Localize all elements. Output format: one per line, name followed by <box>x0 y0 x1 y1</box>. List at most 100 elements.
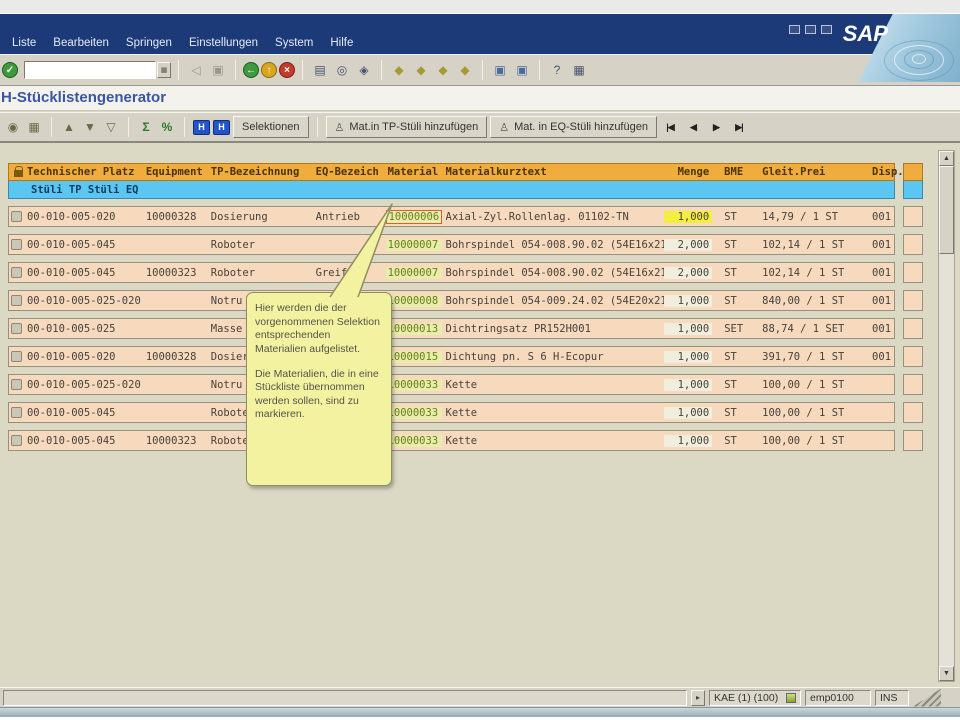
exit-icon[interactable]: ↑ <box>261 62 277 78</box>
row-select-icon[interactable] <box>11 211 22 222</box>
row-select-icon[interactable] <box>11 295 22 306</box>
row-select-icon[interactable] <box>11 407 22 418</box>
title-bar: H-Stücklistengenerator <box>0 86 960 111</box>
find-icon[interactable]: ◎ <box>332 60 352 80</box>
last-record-icon[interactable]: ▶| <box>729 117 749 137</box>
menu-item[interactable]: Springen <box>126 37 172 49</box>
minimize-icon[interactable] <box>789 25 800 34</box>
next-record-icon[interactable]: ▶ <box>706 117 726 137</box>
table-row[interactable]: 00-010-005-025 Masse 10000013 Dichtrings… <box>8 318 895 339</box>
back-icon[interactable]: ← <box>243 62 259 78</box>
new-session-icon[interactable]: ▣ <box>490 60 510 80</box>
table-row[interactable]: 00-010-005-045 10000323 Roboter Greifer … <box>8 262 895 283</box>
table-row[interactable]: 00-010-005-045 Roboter 10000007 Bohrspin… <box>8 234 895 255</box>
status-expand-icon[interactable]: ▸ <box>691 689 705 706</box>
cell-menge[interactable]: 1,000 <box>664 294 713 307</box>
enter-icon[interactable]: ✓ <box>2 62 18 78</box>
print-icon[interactable]: ▤ <box>310 60 330 80</box>
scroll-down-icon[interactable]: ▼ <box>939 666 954 681</box>
row-select-icon[interactable] <box>11 267 22 278</box>
table-row[interactable]: 00-010-005-020 10000328 Dosierung 100000… <box>8 346 895 367</box>
cell-materialkurztext: Bohrspindel 054-008.90.02 (54E16x212) <box>445 266 665 279</box>
close-icon[interactable] <box>821 25 832 34</box>
restore-icon[interactable] <box>805 25 816 34</box>
menu-item[interactable]: Bearbeiten <box>53 37 109 49</box>
cell-menge[interactable]: 1,000 <box>664 378 713 391</box>
cancel-icon[interactable]: × <box>279 62 295 78</box>
vertical-scrollbar[interactable]: ▲ ▼ <box>938 150 955 682</box>
customize-icon[interactable]: ▦ <box>569 60 589 80</box>
filter-icon[interactable]: ▽ <box>102 118 120 136</box>
last-page-icon[interactable]: ◆ <box>455 60 475 80</box>
menu-item[interactable]: System <box>275 37 313 49</box>
cell-disp: 001 <box>872 322 892 335</box>
cell-disp: 001 <box>872 238 892 251</box>
save-icon[interactable]: ▣ <box>208 60 228 80</box>
help-icon[interactable]: ? <box>547 60 567 80</box>
cell-menge[interactable]: 1,000 <box>664 406 713 419</box>
scroll-up-icon[interactable]: ▲ <box>939 151 954 166</box>
row-select-icon[interactable] <box>11 435 22 446</box>
cell-technischer-platz: 00-010-005-025-020 <box>26 378 141 391</box>
table-subheader-row: Stüli TP Stüli EQ <box>8 181 895 199</box>
cell-menge[interactable]: 1,000 <box>664 210 713 223</box>
row-select-icon[interactable] <box>11 323 22 334</box>
command-history-icon[interactable]: ▦ <box>157 62 171 78</box>
find-next-icon[interactable]: ◈ <box>354 60 374 80</box>
sort-descending-icon[interactable]: ▼ <box>81 118 99 136</box>
cell-material: 10000033 <box>385 434 442 447</box>
cell-menge[interactable]: 1,000 <box>664 350 713 363</box>
cell-technischer-platz: 00-010-005-020 <box>26 350 116 363</box>
first-page-icon[interactable]: ◆ <box>389 60 409 80</box>
subtotal-icon[interactable]: % <box>158 118 176 136</box>
material-list-table: Technischer Platz Equipment TP-Bezeichnu… <box>8 163 904 451</box>
cell-menge[interactable]: 2,000 <box>664 266 713 279</box>
row-select-icon[interactable] <box>11 351 22 362</box>
continue-icon[interactable]: ◁ <box>186 60 206 80</box>
sum-icon[interactable]: Σ <box>137 118 155 136</box>
menu-item[interactable]: Liste <box>12 37 36 49</box>
prev-record-icon[interactable]: ◀ <box>683 117 703 137</box>
cell-materialkurztext: Kette <box>445 434 478 447</box>
cell-bme: ST <box>724 266 737 279</box>
stueli-eq-icon[interactable]: H <box>213 119 230 135</box>
col-header: Technischer Platz <box>26 166 135 178</box>
overflow-cell <box>903 290 923 311</box>
cell-bme: ST <box>724 238 737 251</box>
cell-menge[interactable]: 1,000 <box>664 322 713 335</box>
row-select-icon[interactable] <box>11 379 22 390</box>
table-row[interactable]: 00-010-005-020 10000328 Dosierung Antrie… <box>8 206 895 227</box>
table-row[interactable]: 00-010-005-025-020 Notru 10000033 Kette … <box>8 374 895 395</box>
row-select-icon[interactable] <box>11 239 22 250</box>
command-field[interactable] <box>24 61 156 79</box>
table-row[interactable]: 00-010-005-045 10000323 Roboter 10000033… <box>8 430 895 451</box>
add-material-eq-button[interactable]: ♙ Mat. in EQ-Stüli hinzufügen <box>490 116 657 138</box>
cell-bme: ST <box>724 434 737 447</box>
cell-equipment: 10000328 <box>145 210 197 223</box>
first-record-icon[interactable]: |◀ <box>660 117 680 137</box>
scrollbar-thumb[interactable] <box>939 166 954 254</box>
person-icon: ♙ <box>499 121 510 134</box>
selections-button[interactable]: Selektionen <box>233 116 309 138</box>
sort-ascending-icon[interactable]: ▲ <box>60 118 78 136</box>
choose-detail-icon[interactable]: ◉ <box>4 118 22 136</box>
resize-grip[interactable] <box>913 688 941 707</box>
table-header-row: Technischer Platz Equipment TP-Bezeichnu… <box>8 163 904 181</box>
cell-menge[interactable]: 2,000 <box>664 238 713 251</box>
status-bar: ▸ KAE (1) (100) emp0100 INS <box>0 687 960 707</box>
add-material-tp-button[interactable]: ♙ Mat.in TP-Stüli hinzufügen <box>325 116 488 138</box>
server-status-icon[interactable] <box>786 692 796 703</box>
next-page-icon[interactable]: ◆ <box>433 60 453 80</box>
menu-item[interactable]: Hilfe <box>330 37 353 49</box>
grid-view-icon[interactable]: ▦ <box>25 118 43 136</box>
cell-materialkurztext: Bohrspindel 054-009.24.02 (54E20x210) <box>445 294 665 307</box>
stueli-tp-icon[interactable]: H <box>193 119 210 135</box>
cell-disp: 001 <box>872 294 892 307</box>
prev-page-icon[interactable]: ◆ <box>411 60 431 80</box>
create-shortcut-icon[interactable]: ▣ <box>512 60 532 80</box>
cell-bme: ST <box>724 294 737 307</box>
table-row[interactable]: 00-010-005-045 Roboter 10000033 Kette 1,… <box>8 402 895 423</box>
table-row[interactable]: 00-010-005-025-020 Notru 10000008 Bohrsp… <box>8 290 895 311</box>
menu-item[interactable]: Einstellungen <box>189 37 258 49</box>
cell-menge[interactable]: 1,000 <box>664 434 713 447</box>
